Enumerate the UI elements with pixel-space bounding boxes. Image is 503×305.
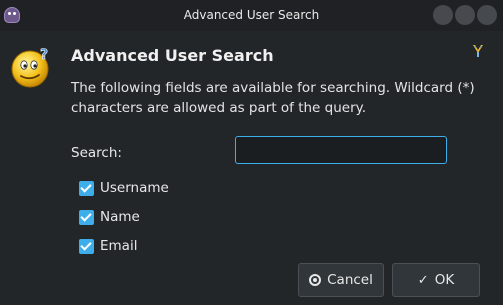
email-checkbox-row[interactable]: Email xyxy=(79,237,137,255)
username-checkbox[interactable] xyxy=(79,180,94,196)
checkmark-icon: ✓ xyxy=(417,272,429,288)
search-label: Search: xyxy=(71,145,122,161)
title-bar: Advanced User Search xyxy=(0,0,503,31)
svg-text:?: ? xyxy=(40,47,48,63)
minimize-button[interactable] xyxy=(433,5,453,25)
cancel-button-label: Cancel xyxy=(327,272,373,288)
search-input[interactable] xyxy=(235,136,447,164)
kleopatra-icon xyxy=(473,45,483,57)
username-checkbox-label: Username xyxy=(100,180,169,196)
email-checkbox-label: Email xyxy=(100,238,138,254)
name-checkbox-row[interactable]: Name xyxy=(79,208,140,226)
email-checkbox[interactable] xyxy=(79,238,94,254)
name-checkbox[interactable] xyxy=(79,209,94,225)
name-checkbox-label: Name xyxy=(100,209,140,225)
close-button[interactable] xyxy=(477,5,497,25)
ok-button-label: OK xyxy=(434,272,455,288)
username-checkbox-row[interactable]: Username xyxy=(79,179,169,197)
window-title: Advanced User Search xyxy=(183,8,320,22)
ok-button[interactable]: ✓ OK xyxy=(392,263,480,297)
dialog-heading: Advanced User Search xyxy=(71,46,274,65)
dialog-description: The following fields are available for s… xyxy=(71,80,475,116)
maximize-button[interactable] xyxy=(455,5,475,25)
cancel-button[interactable]: Cancel xyxy=(298,263,384,297)
smiley-question-icon: ? xyxy=(11,47,49,88)
cancel-icon xyxy=(309,274,322,286)
